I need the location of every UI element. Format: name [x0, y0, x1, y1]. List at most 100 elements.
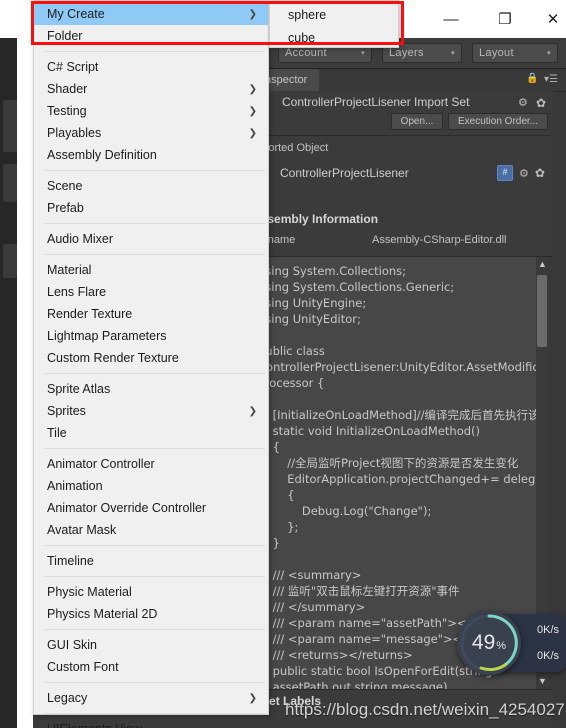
menu-item-sprite-atlas[interactable]: Sprite Atlas	[34, 378, 268, 400]
scroll-down-icon[interactable]: ▼	[536, 675, 549, 688]
chevron-right-icon: ❯	[248, 692, 257, 704]
menu-item-label: Lens Flare	[47, 285, 107, 299]
layout-dropdown[interactable]: Layout ▾	[472, 43, 558, 63]
cpu-usage-value: 49	[471, 631, 496, 654]
menu-item-label: Sprite Atlas	[47, 382, 111, 396]
menu-item-label: Shader	[47, 82, 88, 96]
menu-separator	[45, 713, 265, 714]
preset-icon[interactable]: ⚙	[519, 167, 529, 180]
cpu-usage-dial[interactable]: 49%	[457, 611, 521, 675]
menu-item-shader[interactable]: Shader ❯	[34, 78, 268, 100]
menu-item-label: Render Texture	[47, 307, 133, 321]
menu-item-label: UIElements View	[47, 722, 142, 728]
menu-item-animator-override-controller[interactable]: Animator Override Controller	[34, 497, 268, 519]
menu-item-lens-flare[interactable]: Lens Flare	[34, 281, 268, 303]
menu-item-prefab[interactable]: Prefab	[34, 197, 268, 219]
submenu-item-label: sphere	[288, 7, 327, 22]
menu-item-sprites[interactable]: Sprites ❯	[34, 400, 268, 422]
watermark-url: https://blog.csdn.net/weixin_42540271	[285, 700, 566, 719]
open-button[interactable]: Open...	[391, 113, 443, 130]
menu-item-folder[interactable]: Folder	[34, 25, 268, 47]
chevron-right-icon: ❯	[248, 83, 257, 95]
menu-item-lightmap-parameters[interactable]: Lightmap Parameters	[34, 325, 268, 347]
menu-item-my-create[interactable]: My Create ❯	[34, 3, 268, 25]
menu-separator	[45, 629, 265, 630]
menu-separator	[45, 223, 265, 224]
menu-item-custom-render-texture[interactable]: Custom Render Texture	[34, 347, 268, 369]
menu-item-label: Animator Override Controller	[47, 501, 207, 515]
menu-item-label: GUI Skin	[47, 638, 98, 652]
menu-item-label: Physic Material	[47, 585, 132, 599]
menu-item-legacy[interactable]: Legacy ❯	[34, 687, 268, 709]
execution-order-button[interactable]: Execution Order...	[448, 113, 548, 130]
cpu-usage-unit: %	[496, 640, 507, 652]
menu-item-label: C# Script	[47, 60, 99, 74]
minimize-icon[interactable]: —	[428, 0, 474, 38]
menu-item-scene[interactable]: Scene	[34, 175, 268, 197]
scroll-up-icon[interactable]: ▲	[536, 258, 549, 271]
menu-item-gui-skin[interactable]: GUI Skin	[34, 634, 268, 656]
submenu-item-label: cube	[288, 30, 316, 45]
menu-item-animator-controller[interactable]: Animator Controller	[34, 453, 268, 475]
menu-item-label: Lightmap Parameters	[47, 329, 167, 343]
gear-icon[interactable]: ✿	[535, 166, 545, 180]
menu-item-audio-mixer[interactable]: Audio Mixer	[34, 228, 268, 250]
submenu-item-sphere[interactable]: sphere	[270, 3, 398, 26]
create-context-menu[interactable]: My Create ❯ Folder C# Script Shader ❯ Testing ❯…	[33, 0, 269, 728]
menu-item-timeline[interactable]: Timeline	[34, 550, 268, 572]
menu-item-label: Animator Controller	[47, 457, 155, 471]
chevron-down-icon: ▾	[451, 50, 455, 57]
assembly-information-title: Assembly Information	[252, 212, 379, 226]
menu-item-label: Animation	[47, 479, 103, 493]
menu-item-c-script[interactable]: C# Script	[34, 56, 268, 78]
preset-icon[interactable]: ⚙	[518, 96, 531, 109]
menu-item-label: My Create	[47, 7, 105, 21]
menu-separator	[45, 682, 265, 683]
background-chip	[3, 244, 17, 278]
menu-item-render-texture[interactable]: Render Texture	[34, 303, 268, 325]
menu-item-label: Custom Font	[47, 660, 119, 674]
menu-item-label: Audio Mixer	[47, 232, 113, 246]
menu-separator	[45, 373, 265, 374]
import-settings-title: ControllerProjectLisener Import Set	[282, 95, 470, 109]
menu-item-label: Custom Render Texture	[47, 351, 179, 365]
menu-item-label: Scene	[47, 179, 83, 193]
menu-item-animation[interactable]: Animation	[34, 475, 268, 497]
submenu-item-cube[interactable]: cube	[270, 26, 398, 49]
csharp-script-icon: #	[497, 165, 513, 181]
menu-item-playables[interactable]: Playables ❯	[34, 122, 268, 144]
menu-item-label: Material	[47, 263, 92, 277]
gear-icon[interactable]: ✿	[536, 96, 550, 110]
menu-separator	[45, 254, 265, 255]
chevron-down-icon: ▾	[547, 50, 551, 57]
menu-item-assembly-definition[interactable]: Assembly Definition	[34, 144, 268, 166]
lock-icon[interactable]: 🔒	[526, 73, 538, 85]
menu-separator	[45, 576, 265, 577]
menu-separator	[45, 545, 265, 546]
menu-item-physics-material-2d[interactable]: Physics Material 2D	[34, 603, 268, 625]
cpu-usage-text: 49%	[457, 611, 521, 675]
code-scrollbar-thumb[interactable]	[537, 275, 547, 347]
menu-item-uielements-view[interactable]: UIElements View	[34, 718, 268, 728]
menu-item-label: Assembly Definition	[47, 148, 157, 162]
maximize-icon[interactable]: ❐	[482, 0, 528, 38]
menu-item-label: Legacy	[47, 691, 88, 705]
menu-item-custom-font[interactable]: Custom Font	[34, 656, 268, 678]
layout-label: Layout	[479, 47, 514, 59]
menu-item-label: Avatar Mask	[47, 523, 117, 537]
menu-item-material[interactable]: Material	[34, 259, 268, 281]
menu-item-physic-material[interactable]: Physic Material	[34, 581, 268, 603]
menu-item-testing[interactable]: Testing ❯	[34, 100, 268, 122]
my-create-submenu[interactable]: sphere cube	[269, 0, 399, 48]
hamburger-menu-icon[interactable]: ▾☰	[544, 74, 560, 86]
menu-separator	[45, 51, 265, 52]
menu-item-avatar-mask[interactable]: Avatar Mask	[34, 519, 268, 541]
menu-item-tile[interactable]: Tile	[34, 422, 268, 444]
close-icon[interactable]: ✕	[530, 0, 566, 38]
chevron-right-icon: ❯	[248, 405, 257, 417]
menu-item-label: Tile	[47, 426, 67, 440]
menu-item-label: Prefab	[47, 201, 84, 215]
background-chip	[3, 100, 17, 152]
menu-item-label: Sprites	[47, 404, 86, 418]
background-window-edge	[0, 38, 17, 728]
